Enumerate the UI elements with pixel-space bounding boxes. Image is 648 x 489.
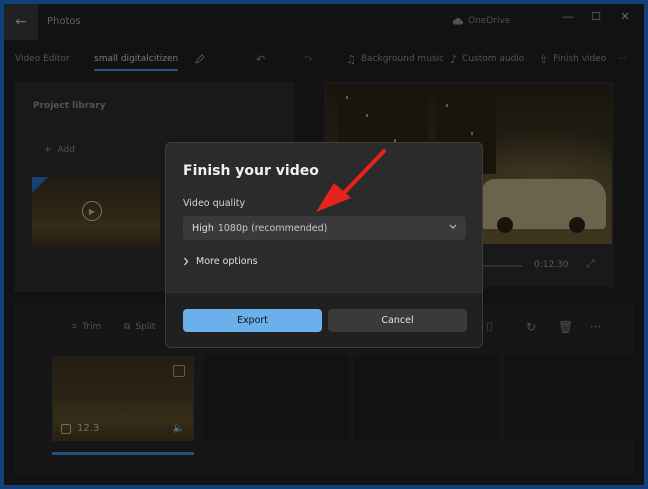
video-quality-label: Video quality — [183, 198, 246, 209]
quality-value: High — [192, 222, 214, 234]
more-options-expander[interactable]: More options — [183, 256, 258, 267]
finish-video-dialog: Finish your video Video quality High 108… — [165, 142, 483, 348]
chevron-right-icon — [184, 257, 189, 266]
video-quality-dropdown[interactable]: High 1080p (recommended) — [183, 216, 466, 240]
chevron-down-icon — [449, 224, 457, 229]
more-options-label: More options — [196, 256, 258, 267]
dialog-footer: Export Cancel — [166, 292, 482, 347]
quality-detail: 1080p (recommended) — [217, 222, 328, 234]
dialog-title: Finish your video — [183, 163, 319, 179]
export-button[interactable]: Export — [183, 309, 322, 332]
cancel-button[interactable]: Cancel — [328, 309, 467, 332]
